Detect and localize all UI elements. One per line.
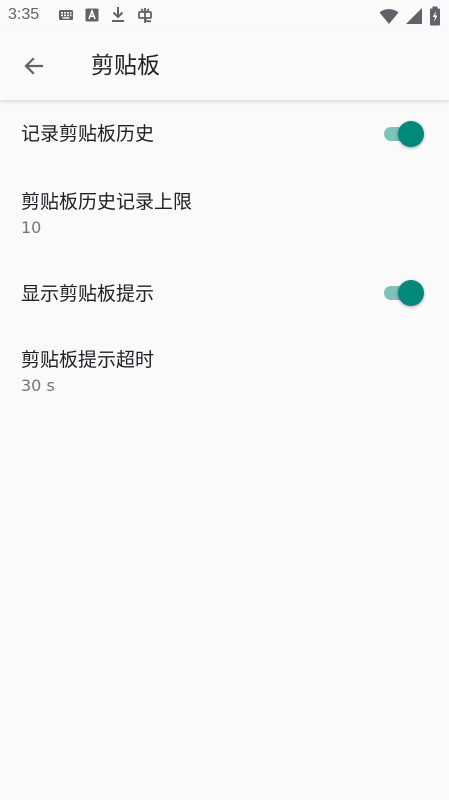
app-bar: 剪贴板 xyxy=(0,32,449,100)
pref-record-history[interactable]: 记录剪贴板历史 xyxy=(0,101,449,167)
download-icon xyxy=(110,6,126,24)
pref-summary: 30 s xyxy=(21,376,55,395)
status-icons-left xyxy=(58,6,154,24)
back-button[interactable] xyxy=(14,46,54,86)
switch-thumb xyxy=(398,121,424,147)
pref-title: 剪贴板提示超时 xyxy=(21,349,155,371)
keyboard-icon xyxy=(58,7,74,23)
battery-charging-icon xyxy=(429,6,441,26)
pref-suggestion-timeout[interactable]: 剪贴板提示超时 30 s xyxy=(0,331,449,419)
pref-title: 剪贴板历史记录上限 xyxy=(21,191,193,213)
pref-history-limit[interactable]: 剪贴板历史记录上限 10 xyxy=(0,173,449,261)
page-title: 剪贴板 xyxy=(91,53,160,79)
pref-show-suggestion[interactable]: 显示剪贴板提示 xyxy=(0,261,449,327)
arrow-left-icon xyxy=(22,54,46,78)
bug-icon xyxy=(136,6,154,24)
pref-title: 显示剪贴板提示 xyxy=(21,283,155,305)
screen: 3:35 剪贴板 记录剪贴板历史 剪贴板历史记录上限 10 显示剪贴板提示 剪贴… xyxy=(0,0,449,800)
status-bar: 3:35 xyxy=(0,0,449,32)
show-suggestion-switch[interactable] xyxy=(382,279,426,307)
status-icons-right xyxy=(379,6,441,26)
switch-thumb xyxy=(398,280,424,306)
pref-title: 记录剪贴板历史 xyxy=(21,123,155,145)
cell-signal-icon xyxy=(405,7,423,25)
record-history-switch[interactable] xyxy=(382,120,426,148)
pref-summary: 10 xyxy=(21,218,42,237)
wifi-icon xyxy=(379,7,399,25)
a-icon xyxy=(84,7,100,23)
status-time: 3:35 xyxy=(8,6,40,23)
